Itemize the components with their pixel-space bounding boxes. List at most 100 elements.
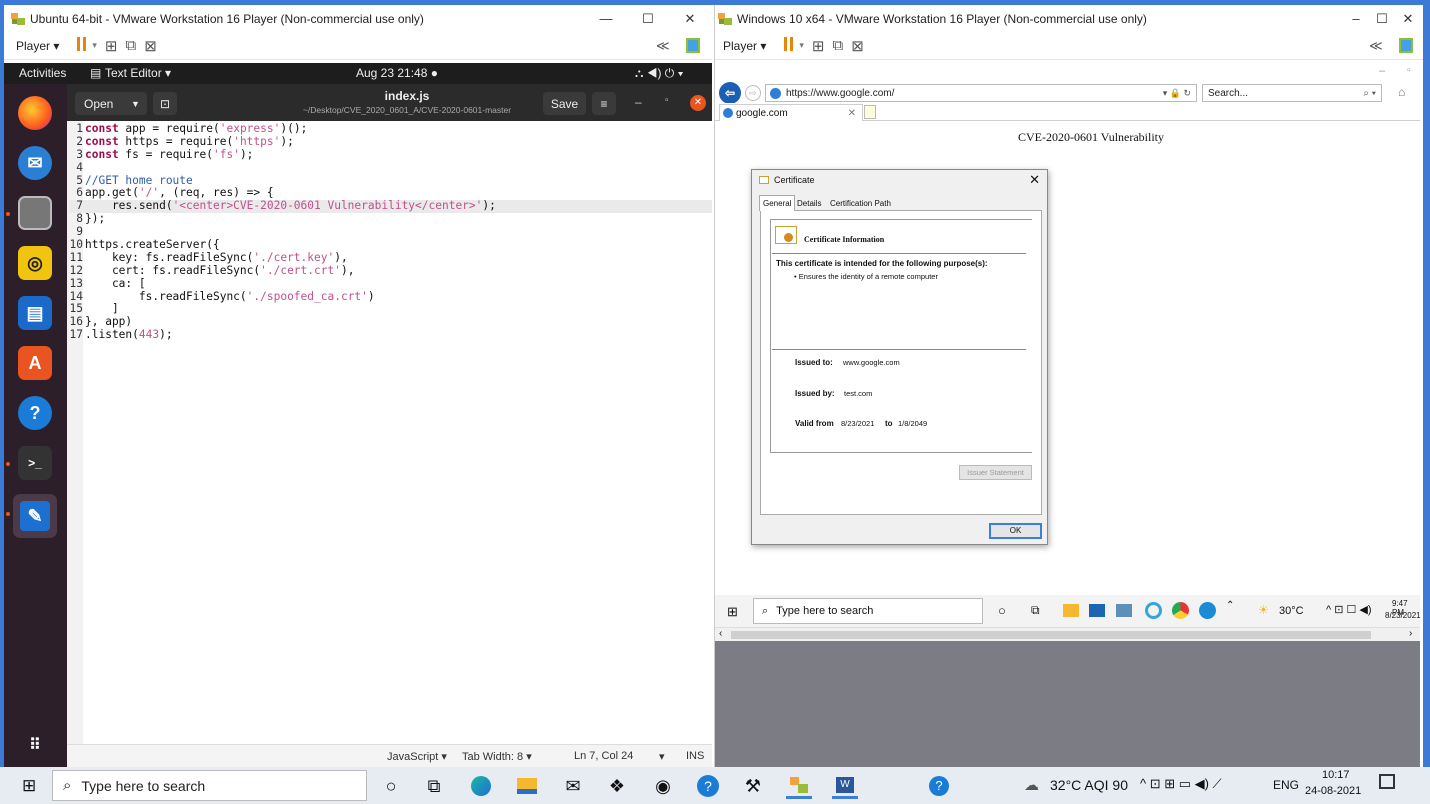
close-button[interactable]: ✕ (1395, 5, 1421, 32)
vmware-taskbar-icon[interactable] (786, 773, 812, 799)
github-icon[interactable]: ◉ (650, 773, 676, 799)
new-tab-button[interactable]: ⊡ (153, 92, 177, 115)
thunderbird-icon[interactable]: ✉ (18, 146, 52, 180)
show-apps-icon[interactable]: ⠿ (18, 728, 52, 762)
maximize-button[interactable]: ☐ (1369, 5, 1395, 32)
cortana-icon[interactable]: ○ (998, 603, 1006, 618)
fit-guest-icon[interactable]: ⧉ (125, 37, 136, 54)
app-menu[interactable]: Text Editor ▾ (105, 66, 171, 80)
software-icon[interactable]: A (18, 346, 52, 380)
minimize-button[interactable]: — (584, 5, 628, 32)
task-view-icon[interactable]: ⧉ (1031, 603, 1040, 618)
tab-general[interactable]: General (759, 195, 796, 211)
files-icon[interactable] (18, 196, 52, 230)
close-button[interactable]: ✕ (668, 5, 712, 32)
ubuntu-vm-titlebar[interactable]: Ubuntu 64-bit - VMware Workstation 16 Pl… (4, 5, 712, 32)
edge-icon[interactable] (1199, 602, 1216, 619)
writer-icon[interactable]: ▤ (18, 296, 52, 330)
system-tray[interactable]: ⛬ ◀) ⏻ ▾ (635, 66, 683, 81)
editor-maximize-icon[interactable]: ▫ (665, 95, 669, 106)
code-line[interactable]: 3 const fs = require('fs'); (69, 148, 712, 162)
status-dropdown-icon[interactable]: ▾ (659, 750, 665, 763)
task-view-icon[interactable]: ⧉ (421, 773, 447, 799)
help-icon[interactable]: ? (18, 396, 52, 430)
clock[interactable]: Aug 23 21:48 ● (356, 66, 438, 80)
cursor-position[interactable]: Ln 7, Col 24 (574, 750, 633, 762)
open-button[interactable]: Open ▼ (75, 92, 147, 115)
issuer-statement-button[interactable]: Issuer Statement (959, 465, 1032, 480)
code-line[interactable]: 12 cert: fs.readFileSync('./cert.crt'), (69, 264, 712, 278)
host-time[interactable]: 10:17 (1322, 769, 1350, 781)
host-search-box[interactable]: ⌕ Type here to search (52, 770, 367, 801)
language-indicator[interactable]: ENG (1273, 778, 1299, 792)
text-editor-dock-icon[interactable]: ✎ (13, 494, 57, 538)
mail-icon[interactable] (1089, 604, 1105, 617)
guest-date[interactable]: 8/23/2021 (1385, 611, 1421, 620)
vmware-app-icon[interactable] (1116, 604, 1132, 617)
mail-icon[interactable]: ✉ (560, 773, 586, 799)
tray-chevron-icon[interactable]: ⌃ (1226, 600, 1234, 611)
pause-icon[interactable] (77, 37, 89, 54)
file-explorer-icon[interactable] (514, 773, 540, 799)
guest-tray-icons[interactable]: ^ ⊡ ☐ ◀) (1326, 603, 1372, 616)
unity-icon[interactable]: ⊠ (144, 37, 157, 55)
help-icon[interactable]: ? (695, 773, 721, 799)
scroll-left-icon[interactable]: ‹ (719, 628, 722, 639)
help-tray-icon[interactable]: ? (926, 773, 952, 799)
guest-search-box[interactable]: ⌕ Type here to search (753, 598, 983, 624)
search-input[interactable]: Search... ⌕ ▾ (1202, 84, 1382, 102)
collapse-icon[interactable]: ≪ (656, 38, 670, 54)
tab-width-selector[interactable]: Tab Width: 8 ▾ (462, 750, 532, 763)
guest-weather[interactable]: 30°C (1279, 605, 1304, 617)
unity-icon[interactable]: ⊠ (851, 37, 864, 55)
address-input[interactable]: https://www.google.com/ ▾ 🔒 ↻ (765, 84, 1197, 102)
new-tab-icon[interactable] (864, 105, 876, 119)
code-line[interactable]: 17 .listen(443); (69, 328, 712, 342)
search-icon[interactable]: ⌕ ▾ (1363, 88, 1376, 99)
notifications-icon[interactable] (1379, 774, 1395, 789)
tab-close-icon[interactable]: ✕ (848, 108, 856, 119)
send-ctrl-alt-del-icon[interactable]: ⊞ (812, 37, 825, 55)
terminal-icon[interactable]: >_ (18, 446, 52, 480)
dropdown-icon[interactable]: ▾ (92, 40, 97, 51)
word-icon[interactable]: W (832, 773, 858, 799)
activities-button[interactable]: Activities (19, 66, 66, 80)
editor-close-icon[interactable]: ✕ (690, 95, 706, 111)
player-menu[interactable]: Player ▾ (16, 39, 59, 53)
fit-guest-icon[interactable]: ⧉ (832, 37, 843, 54)
insert-mode[interactable]: INS (686, 750, 704, 762)
tab-details[interactable]: Details (794, 196, 824, 211)
minimize-button[interactable]: – (1343, 5, 1369, 32)
scroll-right-icon[interactable]: › (1409, 628, 1412, 639)
notes-icon[interactable] (1399, 38, 1413, 53)
chrome-icon[interactable] (1172, 602, 1189, 619)
file-explorer-icon[interactable] (1063, 604, 1079, 617)
code-area[interactable]: 1 const app = require('express')(); 2 const… (69, 122, 712, 342)
host-weather[interactable]: 32°C AQI 90 (1050, 777, 1128, 793)
language-selector[interactable]: JavaScript ▾ (387, 750, 447, 763)
forward-button-icon[interactable]: ⇨ (745, 85, 761, 101)
send-ctrl-alt-del-icon[interactable]: ⊞ (105, 37, 118, 55)
dropdown-icon[interactable]: ▾ (799, 40, 804, 51)
player-menu[interactable]: Player ▾ (723, 39, 766, 53)
tool-icon[interactable]: ⚒ (740, 773, 766, 799)
host-date[interactable]: 24-08-2021 (1305, 785, 1361, 797)
dialog-close-icon[interactable]: ✕ (1029, 172, 1040, 188)
start-icon[interactable]: ⊞ (22, 776, 36, 796)
editor-minimize-icon[interactable]: – (635, 95, 642, 109)
notes-icon[interactable] (686, 38, 700, 53)
code-line[interactable]: 7 res.send('<center>CVE-2020-0601 Vulner… (69, 199, 712, 214)
save-button[interactable]: Save (543, 92, 586, 115)
code-line[interactable]: 14 fs.readFileSync('./spoofed_ca.crt') (69, 290, 712, 304)
tab-certification-path[interactable]: Certification Path (827, 196, 894, 211)
code-line[interactable]: 15 ] (69, 303, 712, 316)
tab-google[interactable]: google.com ✕ (719, 104, 863, 121)
back-button-icon[interactable]: ⇦ (719, 82, 741, 104)
windows-vm-titlebar[interactable]: Windows 10 x64 - VMware Workstation 16 P… (715, 5, 1423, 32)
collapse-icon[interactable]: ≪ (1369, 38, 1383, 54)
cortana-icon[interactable]: ○ (378, 773, 404, 799)
start-icon[interactable]: ⊞ (727, 604, 738, 620)
code-line[interactable]: 8}); (69, 212, 712, 226)
maximize-button[interactable]: ☐ (626, 5, 670, 32)
ie-restore-icon[interactable]: ▫ (1407, 65, 1411, 76)
